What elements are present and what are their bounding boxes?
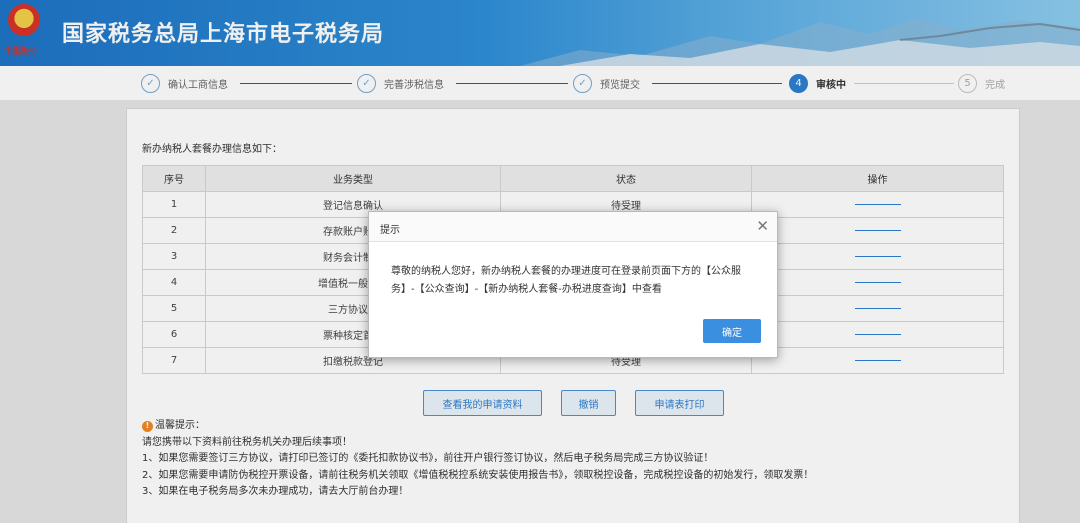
dialog-header: 提示 ✕ — [369, 212, 777, 242]
confirm-button[interactable]: 确定 — [703, 319, 761, 343]
dialog-title: 提示 — [380, 225, 400, 236]
close-icon[interactable]: ✕ — [756, 217, 769, 235]
dialog-message-line: 尊敬的纳税人您好，新办纳税人套餐的办理进度可在登录前页面下方的【公众服 — [391, 266, 741, 277]
dialog-message-line: 务】-【公众查询】-【新办纳税人套餐-办税进度查询】中查看 — [391, 284, 662, 295]
dialog-message: 尊敬的纳税人您好，新办纳税人套餐的办理进度可在登录前页面下方的【公众服 务】-【… — [391, 263, 761, 299]
notice-dialog: 提示 ✕ 尊敬的纳税人您好，新办纳税人套餐的办理进度可在登录前页面下方的【公众服… — [368, 211, 778, 358]
